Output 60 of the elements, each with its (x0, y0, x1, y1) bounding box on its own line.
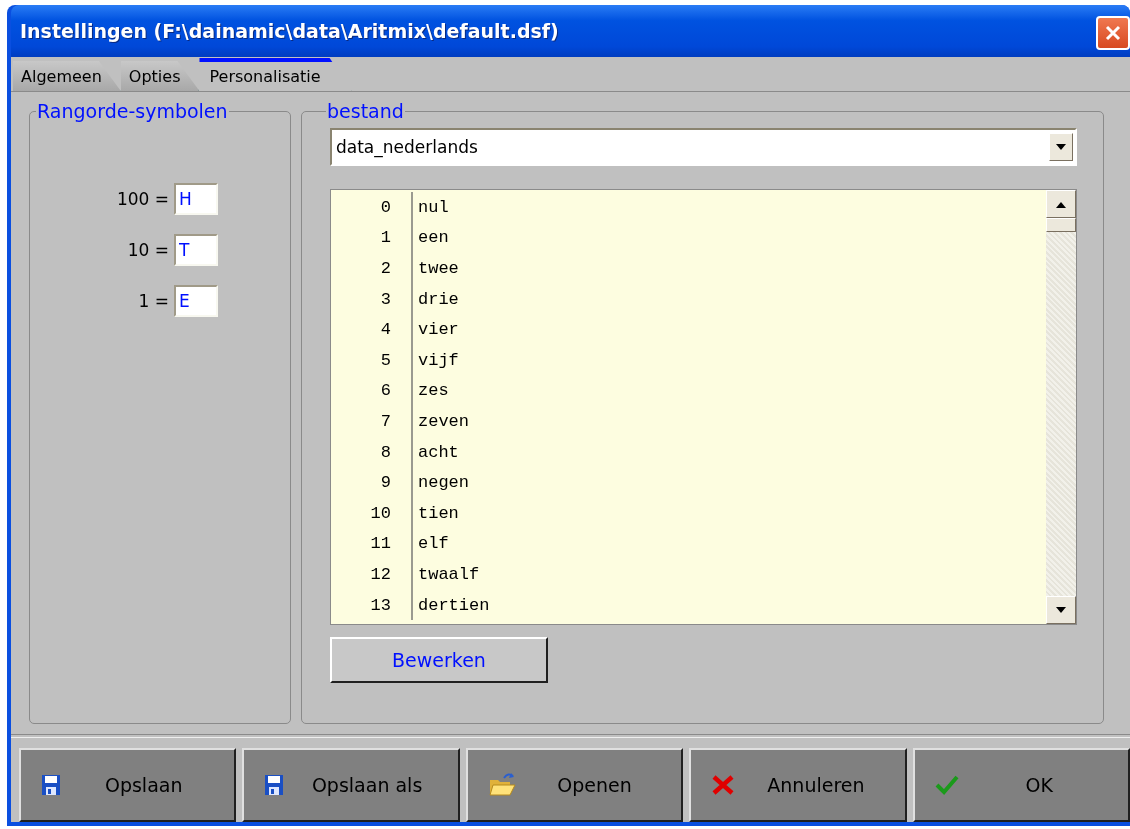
row-number: 8 (331, 436, 413, 468)
row-number: 5 (331, 344, 413, 376)
list-item[interactable]: dertien (413, 595, 490, 615)
close-icon (1103, 23, 1123, 43)
list-item[interactable]: twee (413, 259, 459, 278)
list-item[interactable]: nul (413, 197, 449, 217)
list-item[interactable]: tien (413, 503, 459, 523)
row-number: 13 (331, 589, 413, 621)
group-title: bestand (326, 100, 405, 122)
scroll-down-button[interactable] (1046, 596, 1076, 624)
list-item[interactable]: zes (413, 381, 449, 401)
field-label: 10 = (127, 240, 169, 260)
symbol-field[interactable]: E (174, 285, 218, 317)
row-number: 2 (331, 253, 413, 284)
scrollbar[interactable] (1046, 190, 1076, 624)
list-item[interactable]: een (413, 228, 449, 248)
field-label: 1 = (138, 291, 169, 311)
row-number: 1 (331, 222, 413, 254)
edit-button[interactable]: Bewerken (330, 637, 548, 683)
symbol-field[interactable]: H (174, 183, 218, 215)
up-arrow-icon (1055, 200, 1067, 208)
folder-icon (487, 772, 516, 798)
row-number: 9 (331, 467, 413, 498)
group-title: Rangorde-symbolen (36, 100, 229, 122)
window-title: Instellingen (F:\dainamic\data\Aritmix\default.dsf) (20, 20, 559, 42)
close-button[interactable] (1096, 16, 1130, 50)
footer-button[interactable]: Annuleren (689, 748, 907, 822)
tab[interactable]: Algemeen (13, 61, 121, 91)
row-number: 4 (331, 314, 413, 345)
scroll-up-button[interactable] (1046, 190, 1076, 218)
footer-button[interactable]: Opslaan (19, 748, 237, 822)
row-number: 10 (331, 497, 413, 529)
dropdown-button[interactable] (1049, 133, 1073, 161)
row-number: 6 (331, 375, 413, 407)
list-item[interactable]: acht (413, 442, 459, 462)
field-label: 100 = (116, 189, 169, 209)
scroll-thumb[interactable] (1046, 218, 1076, 232)
row-number: 12 (331, 559, 413, 590)
list-item[interactable]: twaalf (413, 564, 480, 584)
caret-icon (1055, 143, 1067, 151)
row-number: 11 (331, 528, 413, 560)
tab[interactable]: Opties (120, 61, 200, 91)
row-number: 7 (331, 406, 413, 437)
footer-button[interactable]: Opslaan als (242, 748, 460, 822)
cross-icon (711, 774, 736, 796)
list-item[interactable]: negen (413, 473, 469, 493)
row-number: 3 (331, 283, 413, 315)
list-item[interactable]: drie (413, 289, 459, 309)
file-dropdown[interactable]: data_nederlands (330, 128, 1077, 166)
list-item[interactable]: zeven (413, 411, 469, 431)
footer-button[interactable]: Openen (465, 748, 684, 822)
row-number: 0 (331, 192, 413, 223)
check-icon (934, 774, 959, 796)
symbol-field[interactable]: T (174, 234, 218, 266)
list-item[interactable]: vier (413, 320, 459, 340)
list-item[interactable]: elf (413, 534, 449, 554)
tab[interactable]: Personalisatie (199, 58, 352, 91)
list-item[interactable]: vijf (413, 350, 459, 370)
down-arrow-icon (1055, 606, 1067, 614)
footer-button[interactable]: OK (912, 748, 1130, 822)
